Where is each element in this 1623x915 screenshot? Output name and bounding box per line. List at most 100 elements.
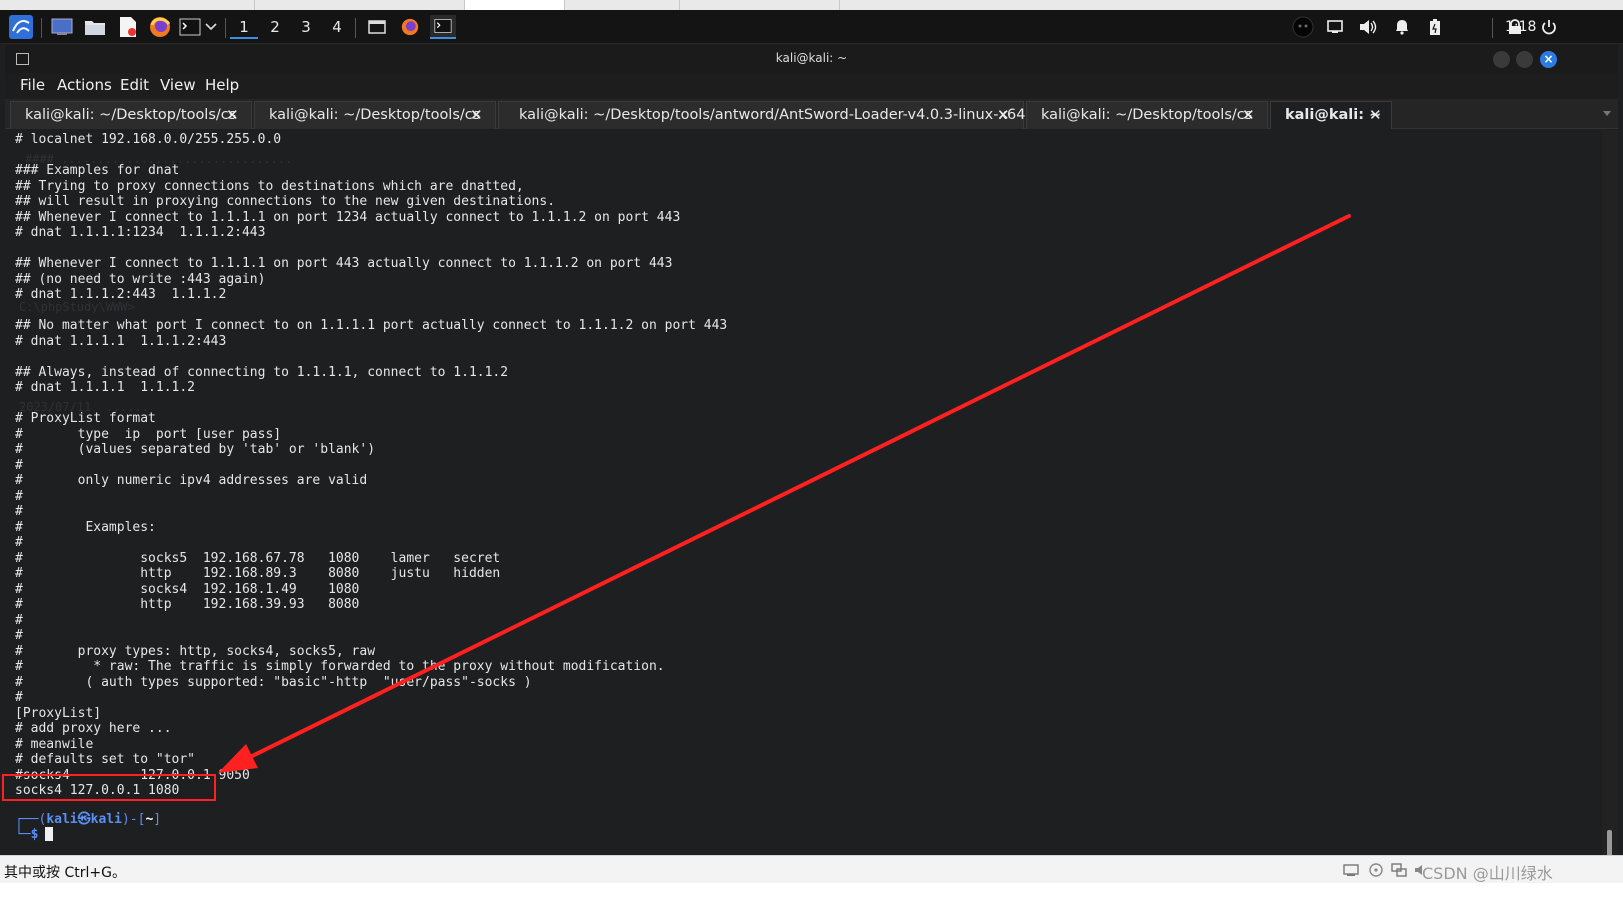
host-tab[interactable] [465, 0, 565, 10]
host-tab[interactable] [565, 0, 680, 10]
menu-file[interactable]: File [20, 76, 45, 94]
tab-close-icon[interactable]: ✕ [226, 106, 239, 124]
menu-edit[interactable]: Edit [120, 76, 149, 94]
terminal-line: # localnet 192.168.0.0/255.255.0.0 [15, 132, 282, 147]
text-editor-icon[interactable] [116, 15, 140, 39]
terminal-line: # dnat 1.1.1.1:1234 1.1.1.2:443 [15, 225, 266, 240]
kali-menu-icon[interactable] [8, 15, 34, 39]
terminal-tab-active[interactable]: kali@kali: ~ ✕ [1270, 101, 1392, 129]
terminal-line: # defaults set to "tor" [15, 752, 196, 767]
file-manager-icon[interactable] [83, 15, 107, 39]
panel-separator [1492, 18, 1493, 38]
shell-prompt: ┌──(kali㉿kali)-[~] [15, 812, 162, 827]
power-icon[interactable] [1538, 15, 1560, 39]
taskbar-firefox-icon[interactable] [398, 15, 422, 39]
host-tab[interactable] [0, 0, 255, 10]
terminal-line: # http 192.168.89.3 8080 justu hidden [15, 566, 501, 581]
host-bottom-strip [0, 883, 1623, 915]
host-tab[interactable] [680, 0, 840, 10]
menu-help[interactable]: Help [205, 76, 239, 94]
chevron-down-icon[interactable] [203, 15, 219, 39]
panel-separator [41, 18, 42, 38]
terminal-line: # ProxyList format [15, 411, 156, 426]
host-status-bar: 其中或按 Ctrl+G。 CSDN @山川绿水 [0, 855, 1623, 883]
terminal-line: [ProxyList] [15, 705, 102, 721]
menu-view[interactable]: View [160, 76, 196, 94]
terminal-tab[interactable]: kali@kali: ~/Desktop/tools/antword/AntSw… [498, 101, 1026, 129]
prompt-symbol: $ [30, 827, 39, 842]
tab-bar: kali@kali: ~/Desktop/tools/cs ✕ kali@kal… [5, 99, 1618, 129]
display-icon[interactable] [1324, 15, 1346, 39]
tab-close-icon[interactable]: ✕ [1242, 106, 1255, 124]
terminal-line: ## Whenever I connect to 1.1.1.1 on port… [15, 209, 681, 225]
terminal-line: # [15, 612, 23, 628]
taskbar-window-icon[interactable] [365, 15, 389, 39]
terminal-cursor [45, 827, 53, 841]
terminal-line: # socks5 192.168.67.78 1080 lamer secret [15, 550, 501, 566]
workspace-4[interactable]: 4 [323, 15, 351, 39]
tab-close-icon[interactable]: ✕ [997, 106, 1010, 124]
prompt-user: kali [46, 812, 78, 827]
terminal-line: # dnat 1.1.1.2:443 1.1.1.2 [15, 287, 227, 302]
terminal-line: # Examples: [15, 519, 156, 535]
terminal-line: # http 192.168.39.93 8080 [15, 597, 360, 612]
terminal-line: # only numeric ipv4 addresses are valid [15, 473, 368, 488]
terminal-line: # [15, 488, 23, 504]
close-window-button[interactable]: × [1540, 51, 1557, 68]
volume-icon[interactable] [1357, 15, 1379, 39]
csdn-watermark: CSDN @山川绿水 [1422, 864, 1553, 883]
cd-drive-icon[interactable] [1368, 863, 1384, 877]
terminal-line: # ( auth types supported: "basic"-http "… [15, 674, 532, 690]
battery-icon[interactable] [1424, 15, 1446, 39]
terminal-line: # [15, 628, 23, 643]
terminal-tab[interactable]: kali@kali: ~/Desktop/tools/cs ✕ [1026, 101, 1268, 129]
terminal-line: # [15, 690, 23, 705]
window-title: kali@kali: ~ [775, 51, 848, 65]
terminal-line: # dnat 1.1.1.1 1.1.1.2 [15, 380, 196, 395]
menu-actions[interactable]: Actions [57, 76, 112, 94]
tab-label: kali@kali: ~/Desktop/tools/cs [269, 107, 481, 123]
status-hint-text: 其中或按 Ctrl+G。 [4, 865, 126, 881]
window-title-bar[interactable]: kali@kali: ~ × [5, 45, 1618, 73]
terminal-scrollbar[interactable] [1602, 130, 1618, 882]
terminal-tab[interactable]: kali@kali: ~/Desktop/tools/cs ✕ [10, 101, 252, 129]
workspace-1[interactable]: 1 [230, 15, 258, 39]
terminal-launcher-icon[interactable] [178, 15, 202, 39]
host-window-strip [0, 0, 1623, 10]
annotation-highlight-box [2, 774, 216, 801]
network-icon[interactable] [1343, 863, 1359, 877]
notification-bell-icon[interactable] [1391, 15, 1413, 39]
maximize-button[interactable] [1516, 51, 1533, 68]
tab-label: kali@kali: ~/Desktop/tools/cs [25, 107, 237, 123]
terminal-line: # [15, 457, 23, 473]
terminal-line: # proxy types: http, socks4, socks5, raw [15, 643, 376, 659]
terminal-line: # dnat 1.1.1.1 1.1.1.2:443 [15, 333, 227, 349]
terminal-line: # * raw: The traffic is simply forwarded… [15, 659, 665, 674]
terminal-line: ## (no need to write :443 again) [15, 271, 266, 287]
terminal-tab[interactable]: kali@kali: ~/Desktop/tools/cs ✕ [254, 101, 496, 129]
terminal-output[interactable]: #### ................................ C:… [5, 130, 1602, 882]
menu-bar: File Actions Edit View Help [5, 73, 1618, 99]
terminal-line: ## will result in proxying connections t… [15, 194, 556, 209]
tab-label: kali@kali: ~/Desktop/tools/antword/AntSw… [519, 107, 1026, 123]
lock-screen-icon[interactable] [1504, 15, 1526, 39]
terminal-line: # type ip port [user pass] [15, 426, 282, 442]
minimize-button[interactable] [1493, 51, 1510, 68]
shell-prompt-line2: └─$ [15, 827, 39, 842]
terminal-line: ## Whenever I connect to 1.1.1.1 on port… [15, 256, 673, 271]
tab-label: kali@kali: ~/Desktop/tools/cs [1041, 107, 1253, 123]
firefox-icon[interactable] [148, 15, 172, 39]
user-avatar-icon[interactable] [1291, 15, 1315, 39]
workspace-2[interactable]: 2 [261, 15, 289, 39]
terminal-line: # [15, 504, 23, 519]
terminal-line: ## Trying to proxy connections to destin… [15, 178, 524, 194]
tab-close-icon[interactable]: ✕ [470, 106, 483, 124]
tab-scroll-icon[interactable] [1603, 111, 1611, 116]
host-tab[interactable] [255, 0, 465, 10]
terminal-line: # [15, 535, 23, 550]
usb-devices-icon[interactable] [1391, 863, 1407, 877]
workspace-3[interactable]: 3 [292, 15, 320, 39]
show-desktop-icon[interactable] [50, 15, 74, 39]
taskbar-terminal-icon[interactable] [430, 15, 456, 39]
tab-close-icon[interactable]: ✕ [1369, 106, 1382, 124]
